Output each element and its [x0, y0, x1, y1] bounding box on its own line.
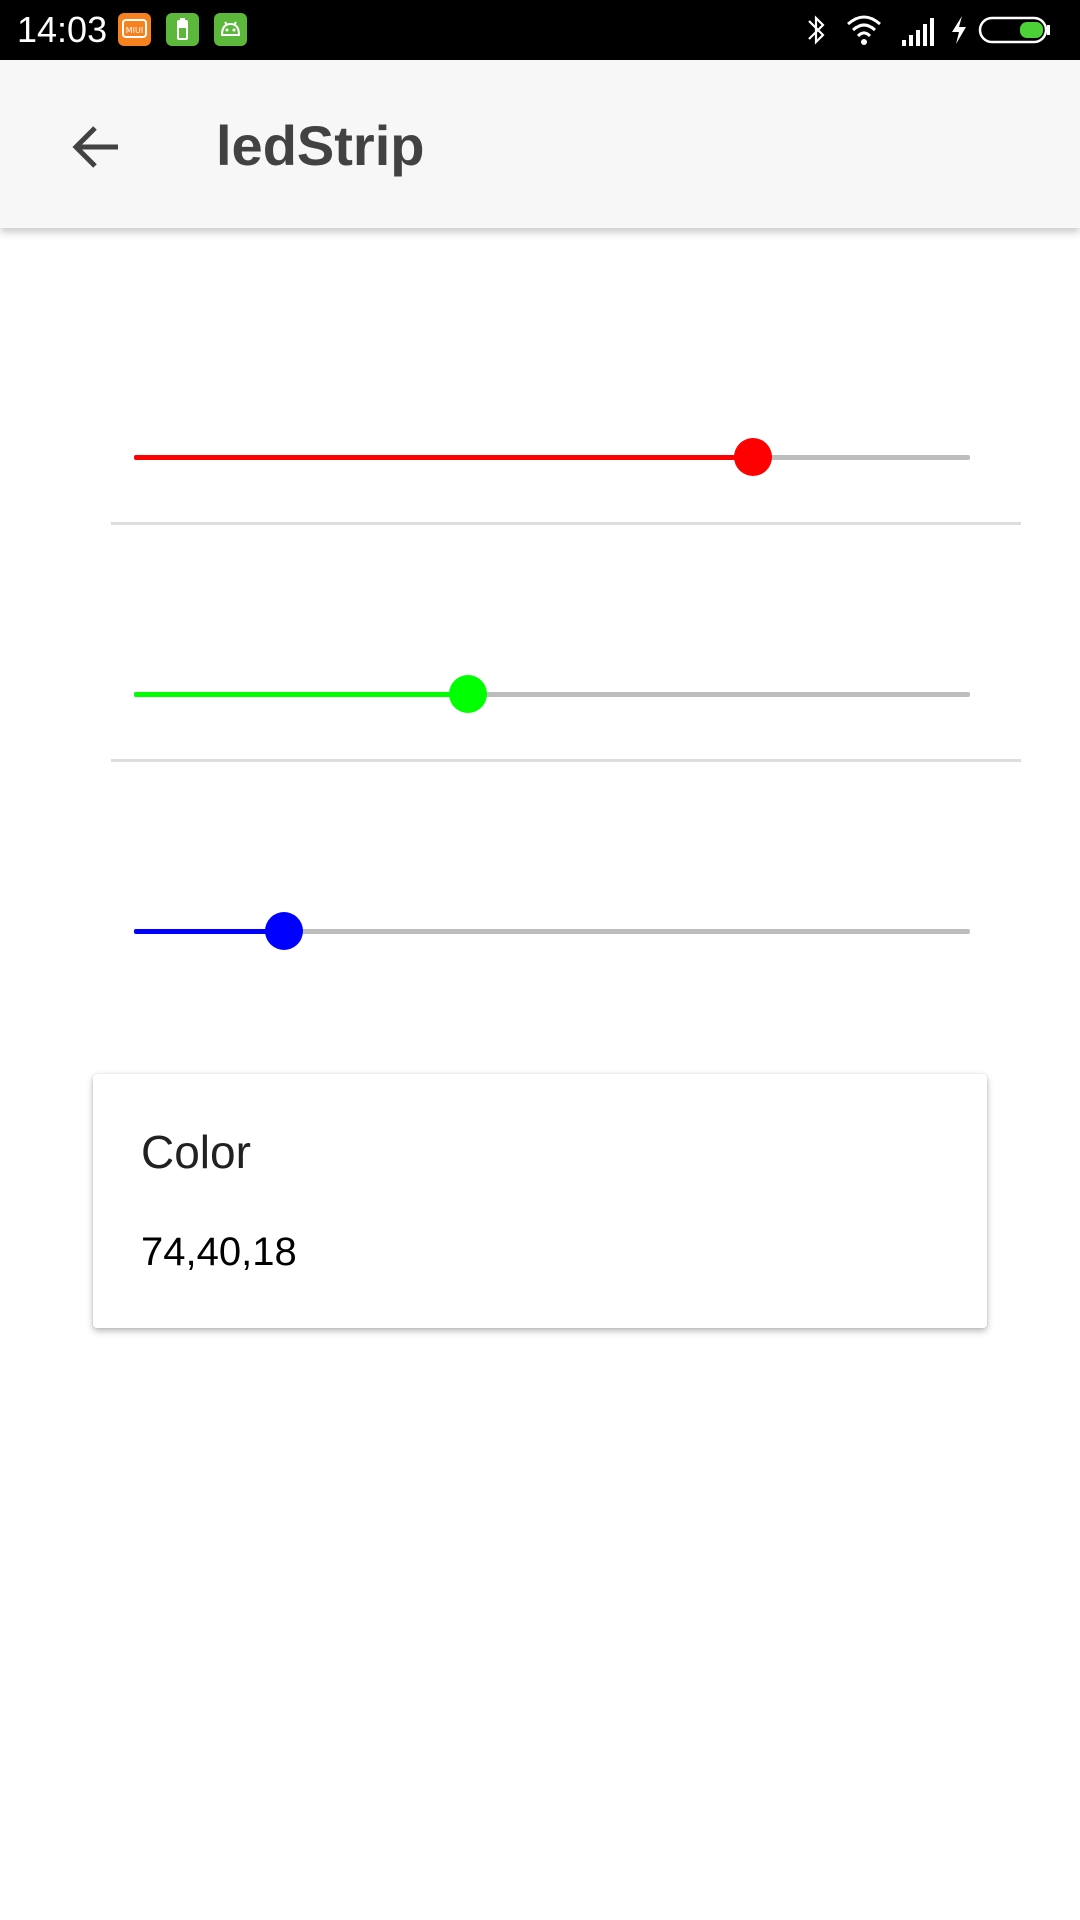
wifi-icon — [847, 15, 881, 45]
charging-icon — [952, 16, 966, 44]
slider-fill — [134, 929, 285, 934]
slider-thumb[interactable] — [733, 438, 772, 476]
slider-row-blue — [111, 761, 1021, 999]
back-button[interactable] — [54, 105, 138, 189]
bluetooth-icon — [808, 15, 825, 45]
card-title: Color — [141, 1126, 251, 1178]
android-icon — [214, 13, 247, 46]
battery-app-icon — [166, 13, 199, 46]
color-card: Color 74,40,18 — [93, 1074, 987, 1328]
battery-icon — [978, 16, 1050, 44]
app-bar: ledStrip — [0, 60, 1080, 228]
signal-icon — [902, 18, 934, 46]
slider-fill — [134, 692, 469, 697]
green-slider[interactable] — [134, 674, 970, 714]
blue-slider[interactable] — [134, 911, 970, 951]
slider-row-red — [111, 287, 1021, 525]
red-slider[interactable] — [134, 437, 970, 477]
slider-fill — [134, 455, 753, 460]
svg-text:MIUI: MIUI — [126, 26, 143, 35]
status-bar: 14:03 MIUI — [0, 0, 1080, 60]
color-value: 74,40,18 — [141, 1230, 297, 1274]
slider-row-green — [111, 524, 1021, 762]
system-status-icons — [804, 10, 1064, 50]
status-time: 14:03 — [17, 9, 108, 50]
slider-thumb[interactable] — [265, 912, 304, 950]
slider-thumb[interactable] — [449, 675, 488, 713]
page-title: ledStrip — [216, 114, 425, 177]
arrow-left-icon — [72, 126, 118, 168]
miui-icon: MIUI — [118, 13, 151, 46]
